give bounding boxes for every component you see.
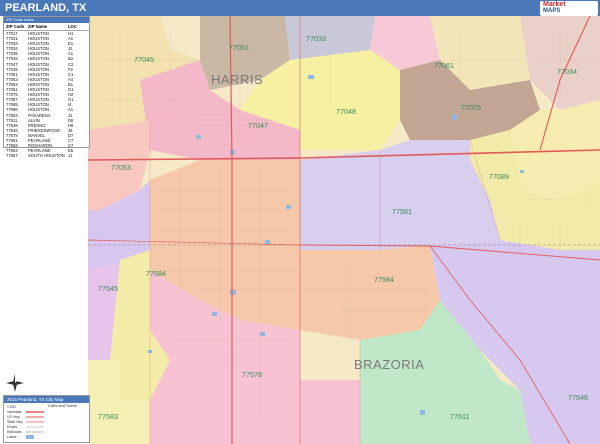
zip-label-77089: 77089: [489, 172, 509, 181]
zip-index-rows: 77017 HOUSTON H1 77021 HOUSTON A1 77033 HOUSTON…: [4, 31, 89, 158]
map-canvas[interactable]: [0, 16, 600, 444]
legend-item: Lakes: [7, 435, 17, 439]
zip-label-77581: 77581: [392, 207, 412, 216]
legend-item: Roads: [7, 425, 18, 429]
legend-item: Railroads: [7, 430, 22, 434]
legend-header: 2015 Pearland, TX City Map: [4, 396, 89, 403]
zip-label-77045: 77045: [134, 55, 154, 64]
logo-line1: Market: [543, 1, 566, 8]
zip-label-77047: 77047: [248, 121, 268, 130]
publisher-logo: Market MAPS: [540, 1, 598, 16]
zip-label-77053: 77053: [111, 163, 131, 172]
county-label-brazoria: BRAZORIA: [354, 357, 425, 372]
zip-label-77033: 77033: [306, 34, 326, 43]
zip-name-cell: SOUTH HOUSTON: [28, 153, 65, 159]
zip-label-77578: 77578: [242, 370, 262, 379]
zip-index-columns: ZIP Code ZIP Name LOC: [4, 23, 89, 31]
county-label-harris: HARRIS: [211, 72, 264, 87]
legend-title: Cities and Towns: [48, 404, 77, 408]
legend-symbols: [26, 411, 44, 439]
map-title: PEARLAND, TX: [5, 2, 87, 14]
zip-label-77511: 77511: [450, 412, 470, 421]
legend-item: State Hwy: [7, 420, 23, 424]
zip-code-cell: 77587: [6, 153, 18, 159]
zip-index-panel: ZIP Code Index ZIP Code ZIP Name LOC 770…: [3, 16, 90, 158]
zip-label-77546: 77546: [568, 393, 588, 402]
zip-label-77034: 77034: [557, 67, 577, 76]
logo-line2: MAPS: [543, 8, 561, 14]
title-bar: PEARLAND, TX Market MAPS: [0, 0, 600, 16]
zip-label-77075: 77075: [461, 103, 481, 112]
zip-label-77583: 77583: [98, 412, 118, 421]
col-zip-code: ZIP Code: [6, 24, 25, 29]
zip-label-77048: 77048: [336, 107, 356, 116]
zip-label-77051: 77051: [229, 43, 249, 52]
loc-cell: J1: [68, 153, 73, 159]
col-loc: LOC: [68, 24, 77, 29]
zip-label-77061: 77061: [434, 61, 454, 70]
zip-label-77584-west: 77584: [146, 269, 166, 278]
legend-item: US Hwy: [7, 415, 20, 419]
zip-label-77584: 77584: [374, 275, 394, 284]
zip-label-77545: 77545: [98, 284, 118, 293]
legend-item: Interstate: [7, 410, 22, 414]
legend-item: 1,000: [7, 405, 16, 409]
compass-rose-icon: [6, 374, 24, 392]
col-zip-name: ZIP Name: [28, 24, 48, 29]
zip-index-row: 77587 SOUTH HOUSTON J1: [4, 153, 89, 158]
map-legend: 2015 Pearland, TX City Map Cities and To…: [3, 395, 90, 443]
